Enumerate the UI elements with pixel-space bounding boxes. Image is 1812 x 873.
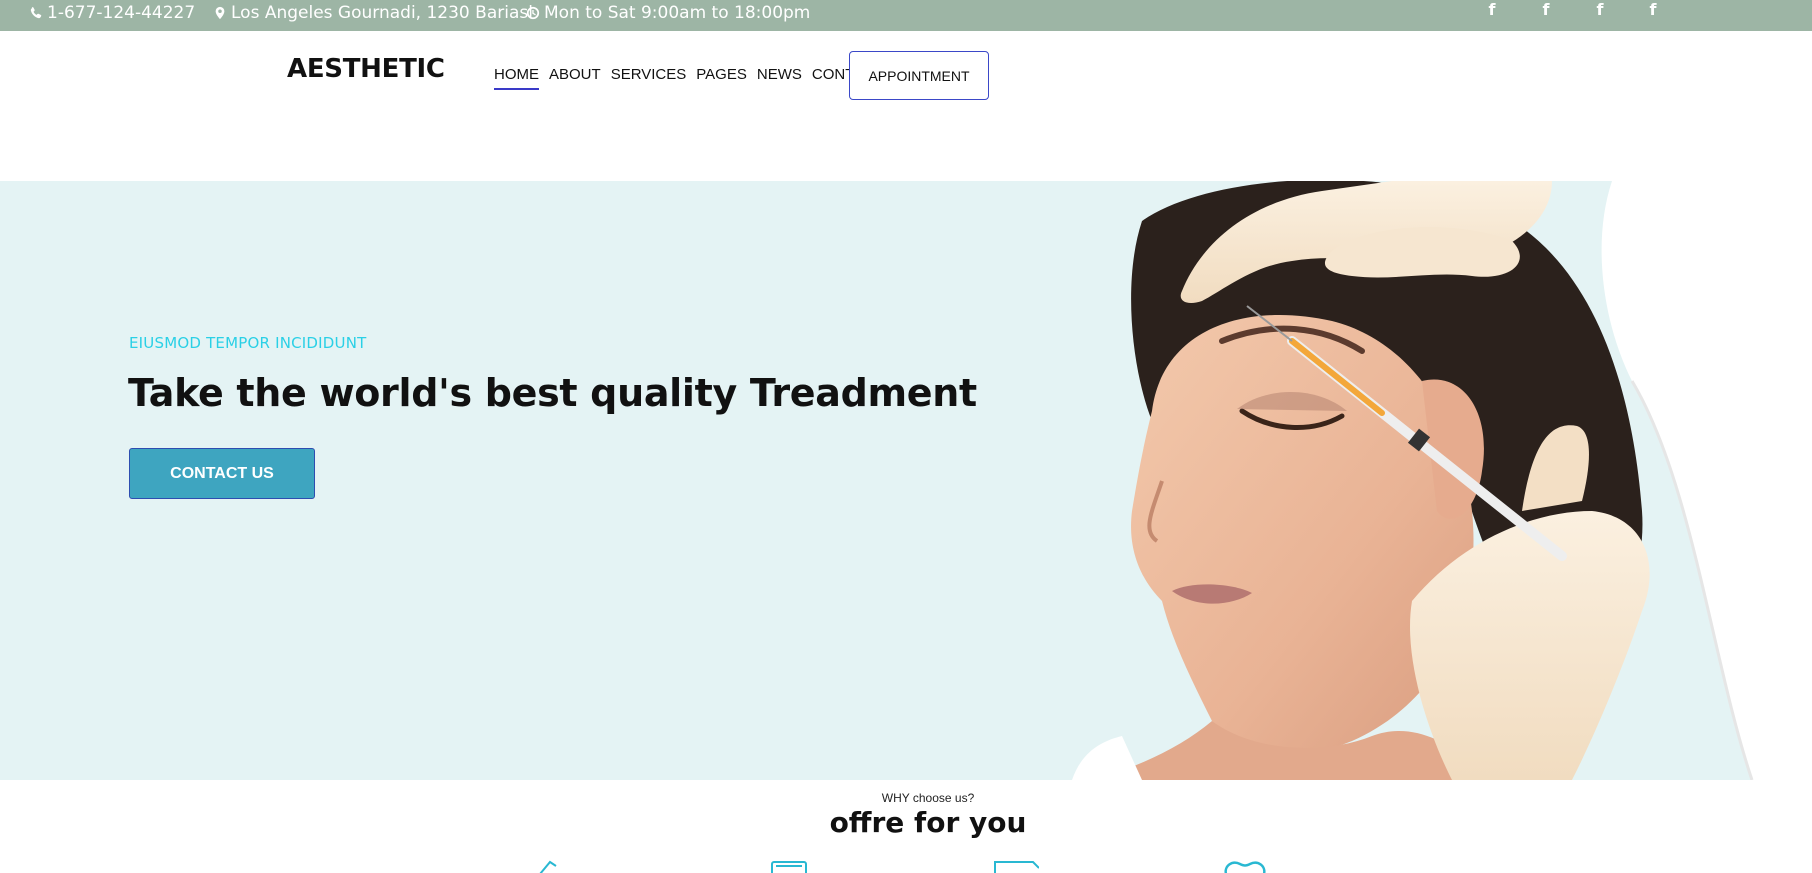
hero-image-woman-treatment: [1072, 181, 1812, 780]
contact-us-button[interactable]: CONTACT US: [129, 448, 315, 499]
nav-services[interactable]: SERVICES: [611, 66, 687, 90]
nav-about[interactable]: ABOUT: [549, 66, 601, 90]
heart-icon: [1224, 861, 1266, 873]
section-subtitle: WHY choose us?: [881, 791, 975, 805]
facebook-icon[interactable]: f: [1538, 0, 1554, 20]
phone-info: 1-677-124-44227: [29, 3, 195, 23]
document-icon: [994, 861, 1039, 873]
hours-info: Mon to Sat 9:00am to 18:00pm: [526, 3, 810, 23]
map-pin-icon: [215, 6, 225, 20]
address-text: Los Angeles Gournadi, 1230 Bariasl: [231, 3, 533, 23]
clock-icon: [526, 6, 540, 20]
syringe-icon: [539, 860, 557, 873]
nav-home[interactable]: HOME: [494, 66, 539, 90]
nav-pages[interactable]: PAGES: [696, 66, 747, 90]
hero-eyebrow: EIUSMOD TEMPOR INCIDIDUNT: [129, 334, 367, 352]
phone-icon: [30, 7, 42, 19]
facebook-icon[interactable]: f: [1592, 0, 1608, 20]
hours-text: Mon to Sat 9:00am to 18:00pm: [544, 3, 811, 23]
facebook-icon[interactable]: f: [1645, 0, 1661, 20]
facebook-icon[interactable]: f: [1484, 0, 1500, 20]
monitor-icon: [771, 861, 807, 873]
hero-title: Take the world's best quality Treadment: [128, 371, 977, 415]
nav-news[interactable]: NEWS: [757, 66, 802, 90]
address-info: Los Angeles Gournadi, 1230 Bariasl: [213, 3, 533, 23]
site-logo[interactable]: AESTHETIC: [287, 54, 445, 84]
section-title: offre for you: [829, 806, 1027, 839]
appointment-button[interactable]: APPOINTMENT: [849, 51, 989, 100]
phone-number: 1-677-124-44227: [47, 3, 196, 23]
main-nav: HOME ABOUT SERVICES PAGES NEWS CONTACT: [494, 66, 893, 90]
hero-banner: EIUSMOD TEMPOR INCIDIDUNT Take the world…: [0, 181, 1812, 780]
top-info-bar: 1-677-124-44227 Los Angeles Gournadi, 12…: [0, 0, 1812, 31]
